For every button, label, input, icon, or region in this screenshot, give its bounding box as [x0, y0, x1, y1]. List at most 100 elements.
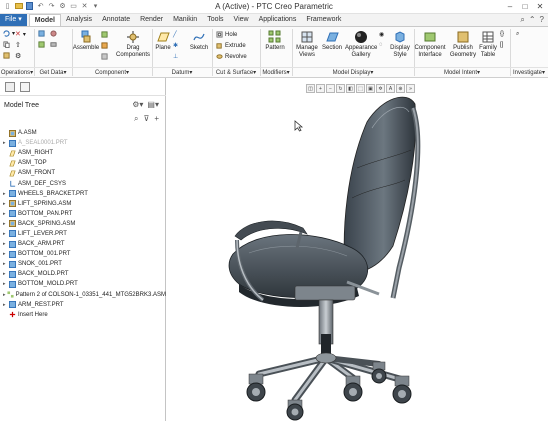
tree-item[interactable]: ▸ Pattern 2 of COLSON-1_03351_441_MTG52BR… — [3, 290, 166, 300]
tree-item[interactable]: ▸ BACK_ARM.PRT — [3, 239, 166, 249]
paste-icon — [3, 52, 10, 59]
group-datum[interactable]: Datum▾ — [152, 67, 212, 77]
part-icon — [9, 250, 18, 258]
group-model-intent[interactable]: Model Intent▾ — [414, 67, 510, 77]
pattern-label: Pattern — [265, 45, 285, 51]
tree-item[interactable]: ▸ BOTTOM_001.PRT — [3, 249, 166, 259]
assemble-button[interactable]: Assemble — [73, 30, 99, 52]
regenerate-button[interactable]: ▾ — [3, 30, 15, 37]
extrude-button[interactable]: Extrude — [216, 42, 246, 49]
group-modifiers[interactable]: Modifiers▾ — [260, 67, 292, 77]
paste-button[interactable] — [3, 52, 10, 59]
display-style-button[interactable]: Display Style — [388, 30, 412, 59]
family-table-button[interactable]: Family Table — [478, 30, 498, 59]
copy-geometry-button[interactable] — [38, 41, 45, 48]
settings-button[interactable]: ⚙ — [15, 52, 21, 60]
tree-item[interactable]: ▸ LIFT_LEVER.PRT — [3, 229, 166, 239]
package-button[interactable] — [101, 53, 108, 60]
graphics-window[interactable]: ◫ + − ↻ ◧ ⬚ ▣ ✲ A ⊕ » — [167, 78, 548, 421]
publish-geometry-button[interactable]: Publish Geometry — [448, 30, 478, 59]
csys-button[interactable]: ⊥ — [173, 53, 178, 60]
appearance-gallery-button[interactable]: Appearance Gallery — [345, 30, 377, 59]
tree-item[interactable]: ASM_DEF_CSYS — [3, 178, 166, 188]
tree-item-label: ASM_TOP — [18, 160, 47, 167]
repeat-button[interactable] — [101, 42, 108, 49]
model-tree-tab-icon[interactable] — [5, 82, 15, 92]
add-icon[interactable]: + — [154, 114, 159, 124]
relations-button[interactable]: {} — [500, 31, 504, 37]
repeat-icon — [101, 42, 108, 49]
section-button[interactable]: Section — [321, 30, 343, 52]
tree-item[interactable]: ASM_RIGHT — [3, 148, 166, 158]
tree-item[interactable]: ▸ SNOK_001.PRT — [3, 259, 166, 269]
hole-button[interactable]: Hole — [216, 31, 237, 38]
manage-views-button[interactable]: Manage Views — [294, 30, 320, 59]
tree-item[interactable]: A.ASM — [3, 128, 166, 138]
assembly-icon — [9, 220, 18, 228]
tab-manikin[interactable]: Manikin — [168, 14, 202, 26]
insert-here-marker[interactable]: Insert Here — [3, 310, 166, 320]
group-operations-label: Operations — [0, 70, 31, 76]
point-button[interactable]: ✱ — [173, 42, 178, 49]
tree-item[interactable]: ▸ WHEELS_BRACKET.PRT — [3, 189, 166, 199]
window-close-icon[interactable]: ✕ — [534, 1, 546, 11]
plane-button[interactable]: Plane — [155, 30, 171, 52]
tree-item[interactable]: ▸ ARM_REST.PRT — [3, 300, 166, 310]
merge-button[interactable] — [50, 41, 57, 48]
tree-item[interactable]: ▸ BACK_MOLD.PRT — [3, 269, 166, 279]
tab-applications[interactable]: Applications — [254, 14, 302, 26]
tab-framework[interactable]: Framework — [301, 14, 346, 26]
user-defined-feature-button[interactable] — [38, 30, 45, 37]
tab-render[interactable]: Render — [135, 14, 168, 26]
tree-item[interactable]: ▸ BOTTOM_MOLD.PRT — [3, 279, 166, 289]
search-tree-icon[interactable]: ⌕ — [134, 114, 138, 124]
shrinkwrap-button[interactable] — [50, 30, 57, 37]
manage-views-icon — [301, 31, 313, 43]
show-menu-icon[interactable]: ▤▾ — [147, 100, 159, 109]
tab-tools[interactable]: Tools — [202, 14, 228, 26]
chair-model — [228, 96, 421, 421]
hide-button[interactable]: ◌ — [379, 42, 383, 48]
sketch-button[interactable]: Sketch — [190, 30, 208, 52]
pattern-icon — [268, 30, 281, 43]
axis-button[interactable]: ╱ — [173, 31, 177, 38]
group-component[interactable]: Component▾ — [72, 67, 152, 77]
part-icon — [9, 260, 18, 268]
tree-item[interactable]: ▸ BOTTOM_PAN.PRT — [3, 209, 166, 219]
help-icon[interactable]: ? — [540, 15, 544, 25]
group-get-data[interactable]: Get Data▾ — [34, 67, 72, 77]
maximize-icon[interactable]: □ — [519, 1, 531, 11]
investigate-button[interactable]: ⌕ — [516, 31, 519, 38]
revolve-button[interactable]: Revolve — [216, 53, 247, 60]
search-icon[interactable]: ⌕ — [520, 15, 524, 25]
tree-item[interactable]: ▸ BACK_SPRING.ASM — [3, 219, 166, 229]
minimize-ribbon-icon[interactable]: ⌃ — [529, 15, 536, 25]
folder-browser-tab-icon[interactable] — [20, 82, 30, 92]
tree-item[interactable]: ▸ A_SEAL0001.PRT — [3, 138, 166, 148]
select-button[interactable]: ⇧ — [15, 41, 21, 49]
tab-view[interactable]: View — [229, 14, 254, 26]
parameters-button[interactable]: [] — [500, 42, 503, 48]
group-investigate[interactable]: Investigate▾ — [510, 67, 548, 77]
tab-analysis[interactable]: Analysis — [61, 14, 97, 26]
group-datum-label: Datum — [171, 70, 190, 76]
component-interface-button[interactable]: Component Interface — [414, 30, 446, 59]
show-button[interactable]: ◉ — [379, 31, 384, 38]
tab-file[interactable]: File ▾ — [0, 14, 27, 26]
tree-settings-icon[interactable]: ⚙▾ — [132, 100, 143, 109]
group-cut-surface[interactable]: Cut & Surface▾ — [212, 67, 260, 77]
group-model-display[interactable]: Model Display▾ — [292, 67, 414, 77]
group-operations[interactable]: Operations▾ — [0, 67, 34, 77]
tree-item[interactable]: ASM_TOP — [3, 158, 166, 168]
drag-components-button[interactable]: Drag Components — [116, 30, 150, 59]
tree-item[interactable]: ASM_FRONT — [3, 168, 166, 178]
delete-button[interactable]: ✕ ▾ — [15, 30, 26, 38]
pattern-button[interactable]: Pattern — [264, 30, 286, 52]
tab-model[interactable]: Model — [28, 14, 61, 26]
filter-icon[interactable]: ⊽ — [143, 114, 149, 124]
copy-button[interactable] — [3, 41, 10, 48]
tree-item[interactable]: ▸ LIFT_SPRING.ASM — [3, 199, 166, 209]
tab-annotate[interactable]: Annotate — [97, 14, 135, 26]
minimize-icon[interactable]: – — [504, 1, 516, 11]
create-button[interactable] — [101, 31, 108, 38]
